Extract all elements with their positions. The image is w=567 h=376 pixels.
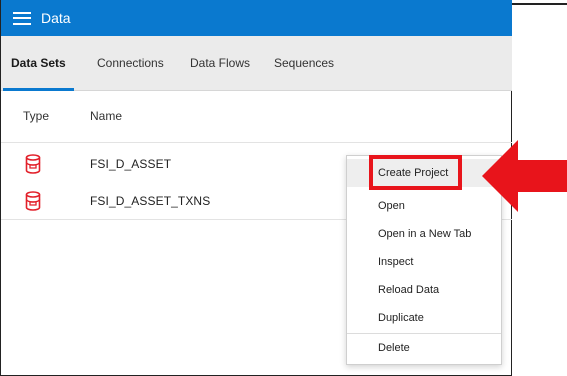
menu-item-inspect[interactable]: Inspect <box>347 248 501 276</box>
dataset-cylinder-icon <box>25 191 41 211</box>
tab-bar: Data Sets Connections Data Flows Sequenc… <box>1 36 512 91</box>
header-divider <box>1 142 512 143</box>
page-title: Data <box>41 10 71 26</box>
tab-connections[interactable]: Connections <box>97 36 164 91</box>
app-header: Data <box>1 0 512 36</box>
tab-sequences[interactable]: Sequences <box>274 36 334 91</box>
menu-item-reload-data[interactable]: Reload Data <box>347 276 501 304</box>
menu-item-open-in-new-tab[interactable]: Open in a New Tab <box>347 220 501 248</box>
menu-item-duplicate[interactable]: Duplicate <box>347 304 501 332</box>
red-left-arrow-icon <box>482 140 567 212</box>
highlight-box <box>369 155 462 190</box>
dataset-name[interactable]: FSI_D_ASSET_TXNS <box>90 194 210 208</box>
dataset-cylinder-icon <box>25 154 41 174</box>
dataset-name[interactable]: FSI_D_ASSET <box>90 157 171 171</box>
tab-data-sets[interactable]: Data Sets <box>3 36 74 91</box>
tab-data-flows[interactable]: Data Flows <box>190 36 250 91</box>
table-row[interactable]: FSI_D_ASSET_TXNS <box>1 183 361 219</box>
table-row[interactable]: FSI_D_ASSET <box>1 146 361 182</box>
column-header-name[interactable]: Name <box>90 109 122 123</box>
menu-item-open[interactable]: Open <box>347 192 501 220</box>
column-header-type[interactable]: Type <box>23 109 49 123</box>
hamburger-menu-icon[interactable] <box>13 11 31 25</box>
menu-item-delete[interactable]: Delete <box>347 334 501 362</box>
top-border-line <box>512 3 567 5</box>
